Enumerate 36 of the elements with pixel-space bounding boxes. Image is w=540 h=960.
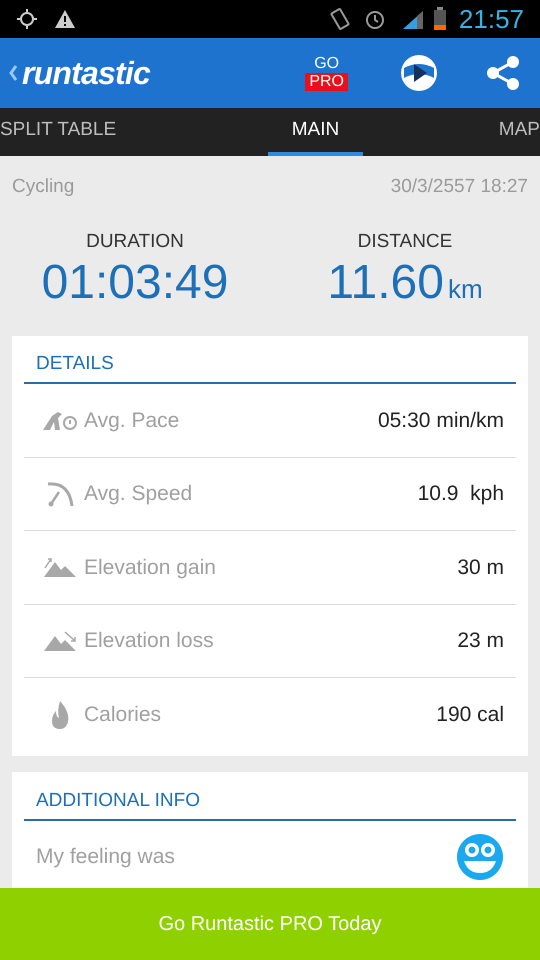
detail-label: Elevation loss bbox=[84, 628, 215, 654]
tab[interactable]: SPLIT TABLE bbox=[0, 108, 132, 156]
share-icon[interactable] bbox=[486, 55, 520, 91]
speedometer-icon bbox=[45, 480, 75, 508]
detail-label: Elevation gain bbox=[84, 554, 217, 580]
vibrate-icon bbox=[328, 7, 351, 31]
activity-date: 30/3/2557 18:27 bbox=[390, 175, 528, 199]
warning-icon bbox=[54, 9, 76, 29]
stat-value: 01:03:49 bbox=[42, 256, 228, 310]
detail-label: Avg. Pace bbox=[84, 408, 180, 434]
detail-value: 05:30 min/km bbox=[378, 408, 504, 434]
play-icon[interactable] bbox=[400, 54, 438, 92]
tab[interactable]: MAP bbox=[498, 108, 540, 156]
section-title: DETAILS bbox=[24, 336, 516, 384]
detail-label: Avg. Speed bbox=[84, 481, 194, 507]
mountain-down-icon bbox=[43, 630, 77, 652]
stat-label: DURATION bbox=[86, 230, 184, 254]
mountain-up-icon bbox=[43, 556, 77, 578]
activity-type: Cycling bbox=[12, 175, 74, 199]
stat-value: 11.60 bbox=[327, 256, 444, 310]
stat-unit: km bbox=[448, 273, 483, 306]
smiley-icon[interactable] bbox=[456, 833, 504, 881]
app-logo: runtastic bbox=[22, 57, 150, 89]
feeling-label: My feeling was bbox=[36, 844, 175, 870]
detail-value: 190 cal bbox=[436, 702, 504, 728]
detail-value: 10.9 kph bbox=[418, 481, 504, 507]
location-icon bbox=[16, 8, 38, 30]
back-icon[interactable] bbox=[8, 64, 18, 82]
detail-value: 30 m bbox=[457, 554, 504, 580]
section-title: ADDITIONAL INFO bbox=[24, 772, 516, 821]
stat-label: DISTANCE bbox=[358, 230, 452, 254]
status-time: 21:57 bbox=[458, 2, 524, 36]
detail-value: 23 m bbox=[457, 628, 504, 654]
detail-label: Calories bbox=[84, 702, 162, 728]
tab[interactable]: MAIN bbox=[268, 108, 364, 156]
battery-icon bbox=[432, 7, 447, 31]
